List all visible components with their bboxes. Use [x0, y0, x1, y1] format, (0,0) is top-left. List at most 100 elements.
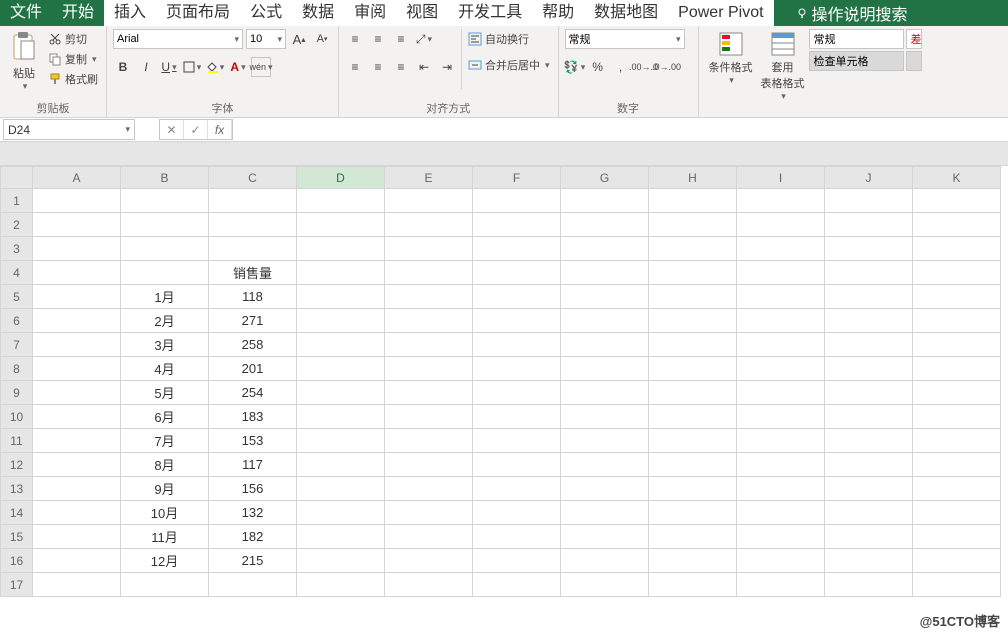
col-header-I[interactable]: I: [737, 167, 825, 189]
accept-formula-button[interactable]: ✓: [184, 120, 208, 139]
align-top-icon[interactable]: ≡: [345, 29, 365, 49]
cell-E9[interactable]: [385, 381, 473, 405]
cell-F12[interactable]: [473, 453, 561, 477]
col-header-C[interactable]: C: [209, 167, 297, 189]
cell-D2[interactable]: [297, 213, 385, 237]
cell-J3[interactable]: [825, 237, 913, 261]
cell-B14[interactable]: 10月: [121, 501, 209, 525]
fx-button[interactable]: fx: [208, 120, 232, 139]
cell-J13[interactable]: [825, 477, 913, 501]
cell-F10[interactable]: [473, 405, 561, 429]
cell-C8[interactable]: 201: [209, 357, 297, 381]
cell-K4[interactable]: [913, 261, 1001, 285]
cell-D5[interactable]: [297, 285, 385, 309]
cell-I4[interactable]: [737, 261, 825, 285]
cell-H16[interactable]: [649, 549, 737, 573]
cell-G17[interactable]: [561, 573, 649, 597]
cell-J17[interactable]: [825, 573, 913, 597]
style-normal[interactable]: 常规: [809, 29, 904, 49]
cell-I11[interactable]: [737, 429, 825, 453]
cell-D13[interactable]: [297, 477, 385, 501]
cell-E12[interactable]: [385, 453, 473, 477]
cell-A14[interactable]: [33, 501, 121, 525]
cell-F17[interactable]: [473, 573, 561, 597]
cell-D15[interactable]: [297, 525, 385, 549]
wrap-text-button[interactable]: 自动换行: [466, 29, 552, 49]
cell-C3[interactable]: [209, 237, 297, 261]
cell-E6[interactable]: [385, 309, 473, 333]
cell-E3[interactable]: [385, 237, 473, 261]
underline-button[interactable]: U▾: [159, 57, 179, 77]
cell-F16[interactable]: [473, 549, 561, 573]
cell-G3[interactable]: [561, 237, 649, 261]
cell-C15[interactable]: 182: [209, 525, 297, 549]
cell-D12[interactable]: [297, 453, 385, 477]
align-right-icon[interactable]: ≡: [391, 57, 411, 77]
cell-H12[interactable]: [649, 453, 737, 477]
tell-me-search[interactable]: 操作说明搜索: [786, 0, 918, 26]
cell-G16[interactable]: [561, 549, 649, 573]
cell-I15[interactable]: [737, 525, 825, 549]
cell-E16[interactable]: [385, 549, 473, 573]
cell-J8[interactable]: [825, 357, 913, 381]
select-all-corner[interactable]: [1, 167, 33, 189]
cell-H6[interactable]: [649, 309, 737, 333]
font-size-combo[interactable]: 10▾: [246, 29, 286, 49]
cell-G10[interactable]: [561, 405, 649, 429]
cell-B6[interactable]: 2月: [121, 309, 209, 333]
col-header-D[interactable]: D: [297, 167, 385, 189]
cell-A15[interactable]: [33, 525, 121, 549]
name-box[interactable]: D24 ▾: [3, 119, 135, 140]
increase-decimal-icon[interactable]: .00→.0: [634, 57, 654, 77]
cell-H3[interactable]: [649, 237, 737, 261]
cell-I6[interactable]: [737, 309, 825, 333]
cell-A10[interactable]: [33, 405, 121, 429]
menu-home[interactable]: 开始: [52, 0, 104, 26]
align-middle-icon[interactable]: ≡: [368, 29, 388, 49]
border-button[interactable]: ▾: [182, 57, 202, 77]
cell-K16[interactable]: [913, 549, 1001, 573]
col-header-K[interactable]: K: [913, 167, 1001, 189]
cell-J4[interactable]: [825, 261, 913, 285]
cell-A17[interactable]: [33, 573, 121, 597]
cut-button[interactable]: 剪切: [46, 29, 100, 49]
percent-icon[interactable]: %: [588, 57, 608, 77]
cell-C10[interactable]: 183: [209, 405, 297, 429]
cell-K14[interactable]: [913, 501, 1001, 525]
italic-button[interactable]: I: [136, 57, 156, 77]
cell-C13[interactable]: 156: [209, 477, 297, 501]
cell-C7[interactable]: 258: [209, 333, 297, 357]
row-header-16[interactable]: 16: [1, 549, 33, 573]
accounting-format-icon[interactable]: 💱▾: [565, 57, 585, 77]
cell-D14[interactable]: [297, 501, 385, 525]
cell-I12[interactable]: [737, 453, 825, 477]
cell-A6[interactable]: [33, 309, 121, 333]
cell-J12[interactable]: [825, 453, 913, 477]
table-format-button[interactable]: 套用 表格格式▾: [757, 29, 809, 104]
cell-H1[interactable]: [649, 189, 737, 213]
cell-D6[interactable]: [297, 309, 385, 333]
cell-K17[interactable]: [913, 573, 1001, 597]
col-header-E[interactable]: E: [385, 167, 473, 189]
cell-C17[interactable]: [209, 573, 297, 597]
formula-input[interactable]: [233, 119, 1008, 140]
cell-J9[interactable]: [825, 381, 913, 405]
cell-A4[interactable]: [33, 261, 121, 285]
cell-B15[interactable]: 11月: [121, 525, 209, 549]
cell-G12[interactable]: [561, 453, 649, 477]
cell-H4[interactable]: [649, 261, 737, 285]
menu-page-layout[interactable]: 页面布局: [156, 0, 240, 26]
menu-help[interactable]: 帮助: [532, 0, 584, 26]
cell-F8[interactable]: [473, 357, 561, 381]
cell-H2[interactable]: [649, 213, 737, 237]
col-header-J[interactable]: J: [825, 167, 913, 189]
decrease-font-icon[interactable]: A▾: [312, 29, 332, 49]
paste-button[interactable]: 粘贴 ▾: [6, 29, 42, 94]
cell-D3[interactable]: [297, 237, 385, 261]
number-format-combo[interactable]: 常规▾: [565, 29, 685, 49]
cell-I14[interactable]: [737, 501, 825, 525]
cell-G9[interactable]: [561, 381, 649, 405]
cell-E2[interactable]: [385, 213, 473, 237]
cell-F6[interactable]: [473, 309, 561, 333]
menu-insert[interactable]: 插入: [104, 0, 156, 26]
